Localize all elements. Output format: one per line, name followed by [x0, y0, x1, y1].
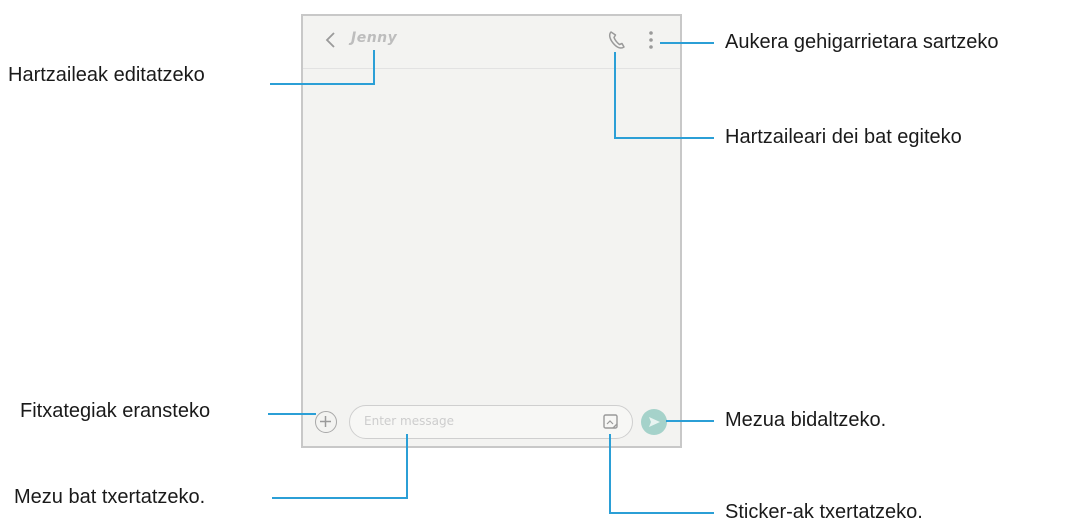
attach-button[interactable] [315, 411, 337, 433]
callout-edit-recipients: Hartzaileak editatzeko [8, 64, 205, 86]
conversation-header: Jenny [303, 16, 680, 69]
callout-line-input [272, 497, 408, 499]
callout-line-call-vertical [614, 52, 616, 139]
message-placeholder: Enter message [364, 414, 454, 428]
callout-line-send [666, 420, 714, 422]
send-icon [649, 417, 660, 427]
callout-enter-message: Mezu bat txertatzeko. [14, 486, 206, 508]
messages-screen: Jenny Enter message [301, 14, 682, 448]
callout-line-edit-recipients [270, 83, 375, 85]
callout-line-attach [268, 413, 316, 415]
callout-line-call [614, 137, 714, 139]
sticker-icon[interactable] [602, 413, 620, 431]
phone-icon[interactable] [605, 28, 629, 52]
callout-line-sticker-vertical [609, 434, 611, 514]
chevron-left-icon[interactable] [323, 30, 339, 50]
callout-send-message: Mezua bidaltzeko. [725, 409, 887, 431]
message-input[interactable]: Enter message [349, 405, 633, 439]
callout-line-input-vertical [406, 434, 408, 499]
callout-line-sticker [609, 512, 714, 514]
recipient-name[interactable]: Jenny [351, 30, 397, 46]
callout-insert-stickers: Sticker-ak txertatzeko. [725, 501, 923, 523]
plus-icon [320, 416, 331, 427]
message-composer: Enter message [303, 398, 680, 446]
callout-line-more-options [660, 42, 714, 44]
send-button[interactable] [641, 409, 667, 435]
callout-attach-files: Fitxategiak eransteko [20, 400, 211, 422]
callout-call-recipient: Hartzaileari dei bat egiteko [725, 126, 962, 148]
more-vertical-icon[interactable] [647, 29, 655, 51]
callout-line-edit-recipients-vertical [373, 50, 375, 85]
callout-more-options: Aukera gehigarrietara sartzeko [725, 31, 999, 53]
